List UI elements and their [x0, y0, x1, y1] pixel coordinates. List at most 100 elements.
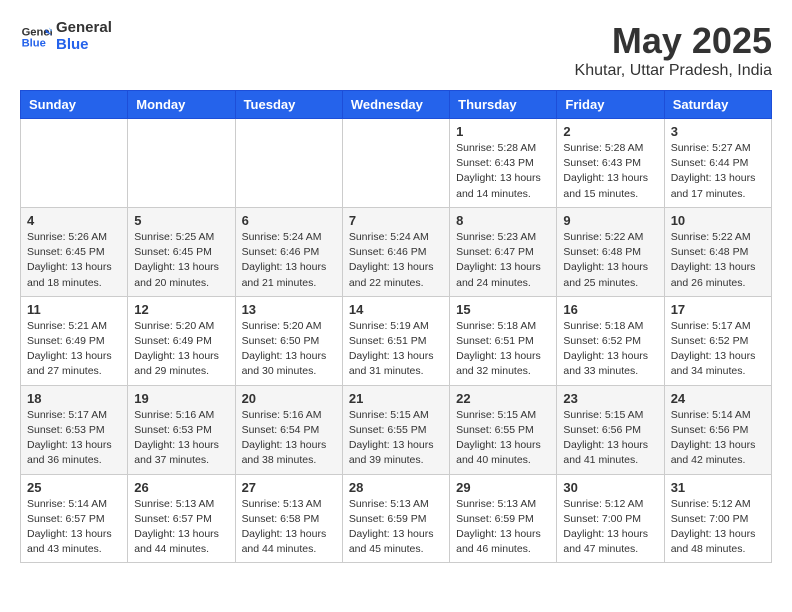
calendar-cell: 20 Sunrise: 5:16 AM Sunset: 6:54 PM Dayli…	[235, 385, 342, 474]
calendar-cell: 16 Sunrise: 5:18 AM Sunset: 6:52 PM Dayli…	[557, 296, 664, 385]
calendar-cell: 29 Sunrise: 5:13 AM Sunset: 6:59 PM Dayli…	[450, 474, 557, 563]
calendar-day-header: Thursday	[450, 91, 557, 119]
calendar-cell: 14 Sunrise: 5:19 AM Sunset: 6:51 PM Dayli…	[342, 296, 449, 385]
day-number: 26	[134, 480, 228, 495]
day-info: Sunrise: 5:13 AM Sunset: 6:59 PM Dayligh…	[349, 497, 443, 558]
day-number: 3	[671, 124, 765, 139]
calendar-cell: 30 Sunrise: 5:12 AM Sunset: 7:00 PM Dayli…	[557, 474, 664, 563]
calendar-cell: 21Sunrise: 5:15 AM Sunset: 6:55 PM Dayli…	[342, 385, 449, 474]
day-info: Sunrise: 5:13 AM Sunset: 6:59 PM Dayligh…	[456, 497, 550, 558]
calendar-cell: 12Sunrise: 5:20 AM Sunset: 6:49 PM Dayli…	[128, 296, 235, 385]
calendar-week-row: 18Sunrise: 5:17 AM Sunset: 6:53 PM Dayli…	[21, 385, 772, 474]
calendar-cell: 1 Sunrise: 5:28 AM Sunset: 6:43 PM Daylig…	[450, 119, 557, 208]
month-title: May 2025	[575, 20, 772, 62]
day-info: Sunrise: 5:25 AM Sunset: 6:45 PM Dayligh…	[134, 230, 228, 291]
day-info: Sunrise: 5:15 AM Sunset: 6:56 PM Dayligh…	[563, 408, 657, 469]
calendar-day-header: Wednesday	[342, 91, 449, 119]
day-info: Sunrise: 5:20 AM Sunset: 6:50 PM Dayligh…	[242, 319, 336, 380]
calendar-cell: 7Sunrise: 5:24 AM Sunset: 6:46 PM Daylig…	[342, 207, 449, 296]
day-info: Sunrise: 5:27 AM Sunset: 6:44 PM Dayligh…	[671, 141, 765, 202]
day-number: 20	[242, 391, 336, 406]
calendar-cell	[342, 119, 449, 208]
calendar-week-row: 1 Sunrise: 5:28 AM Sunset: 6:43 PM Daylig…	[21, 119, 772, 208]
calendar-day-header: Monday	[128, 91, 235, 119]
day-info: Sunrise: 5:14 AM Sunset: 6:56 PM Dayligh…	[671, 408, 765, 469]
calendar-header-row: SundayMondayTuesdayWednesdayThursdayFrid…	[21, 91, 772, 119]
calendar-cell: 8 Sunrise: 5:23 AM Sunset: 6:47 PM Daylig…	[450, 207, 557, 296]
calendar-cell: 31Sunrise: 5:12 AM Sunset: 7:00 PM Dayli…	[664, 474, 771, 563]
calendar-cell: 27Sunrise: 5:13 AM Sunset: 6:58 PM Dayli…	[235, 474, 342, 563]
day-number: 13	[242, 302, 336, 317]
day-number: 23	[563, 391, 657, 406]
calendar-cell: 25Sunrise: 5:14 AM Sunset: 6:57 PM Dayli…	[21, 474, 128, 563]
day-info: Sunrise: 5:23 AM Sunset: 6:47 PM Dayligh…	[456, 230, 550, 291]
day-number: 31	[671, 480, 765, 495]
day-number: 5	[134, 213, 228, 228]
day-number: 10	[671, 213, 765, 228]
day-number: 28	[349, 480, 443, 495]
calendar-cell: 10Sunrise: 5:22 AM Sunset: 6:48 PM Dayli…	[664, 207, 771, 296]
day-number: 19	[134, 391, 228, 406]
day-info: Sunrise: 5:19 AM Sunset: 6:51 PM Dayligh…	[349, 319, 443, 380]
title-block: May 2025 Khutar, Uttar Pradesh, India	[575, 20, 772, 80]
day-info: Sunrise: 5:17 AM Sunset: 6:52 PM Dayligh…	[671, 319, 765, 380]
day-info: Sunrise: 5:16 AM Sunset: 6:53 PM Dayligh…	[134, 408, 228, 469]
page-header: General Blue General Blue May 2025 Khuta…	[20, 20, 772, 80]
calendar-cell: 9Sunrise: 5:22 AM Sunset: 6:48 PM Daylig…	[557, 207, 664, 296]
day-info: Sunrise: 5:26 AM Sunset: 6:45 PM Dayligh…	[27, 230, 121, 291]
calendar-cell	[128, 119, 235, 208]
day-number: 29	[456, 480, 550, 495]
calendar-day-header: Friday	[557, 91, 664, 119]
calendar-cell: 18Sunrise: 5:17 AM Sunset: 6:53 PM Dayli…	[21, 385, 128, 474]
day-number: 11	[27, 302, 121, 317]
svg-text:Blue: Blue	[22, 37, 46, 49]
day-info: Sunrise: 5:12 AM Sunset: 7:00 PM Dayligh…	[563, 497, 657, 558]
location-title: Khutar, Uttar Pradesh, India	[575, 62, 772, 80]
calendar-cell: 4 Sunrise: 5:26 AM Sunset: 6:45 PM Daylig…	[21, 207, 128, 296]
day-number: 24	[671, 391, 765, 406]
day-info: Sunrise: 5:14 AM Sunset: 6:57 PM Dayligh…	[27, 497, 121, 558]
calendar-day-header: Tuesday	[235, 91, 342, 119]
calendar-cell: 13 Sunrise: 5:20 AM Sunset: 6:50 PM Dayli…	[235, 296, 342, 385]
day-number: 4	[27, 213, 121, 228]
calendar-cell	[235, 119, 342, 208]
logo-general: General	[56, 20, 112, 37]
calendar-week-row: 4 Sunrise: 5:26 AM Sunset: 6:45 PM Daylig…	[21, 207, 772, 296]
day-info: Sunrise: 5:17 AM Sunset: 6:53 PM Dayligh…	[27, 408, 121, 469]
day-number: 16	[563, 302, 657, 317]
calendar-cell: 3 Sunrise: 5:27 AM Sunset: 6:44 PM Daylig…	[664, 119, 771, 208]
day-number: 8	[456, 213, 550, 228]
day-number: 30	[563, 480, 657, 495]
calendar-week-row: 25Sunrise: 5:14 AM Sunset: 6:57 PM Dayli…	[21, 474, 772, 563]
day-info: Sunrise: 5:28 AM Sunset: 6:43 PM Dayligh…	[456, 141, 550, 202]
day-info: Sunrise: 5:24 AM Sunset: 6:46 PM Dayligh…	[242, 230, 336, 291]
logo-icon: General Blue	[20, 21, 52, 53]
calendar-cell: 11 Sunrise: 5:21 AM Sunset: 6:49 PM Dayli…	[21, 296, 128, 385]
day-info: Sunrise: 5:18 AM Sunset: 6:52 PM Dayligh…	[563, 319, 657, 380]
calendar-day-header: Saturday	[664, 91, 771, 119]
calendar-week-row: 11 Sunrise: 5:21 AM Sunset: 6:49 PM Dayli…	[21, 296, 772, 385]
day-number: 9	[563, 213, 657, 228]
calendar-cell: 24 Sunrise: 5:14 AM Sunset: 6:56 PM Dayli…	[664, 385, 771, 474]
calendar-cell: 2Sunrise: 5:28 AM Sunset: 6:43 PM Daylig…	[557, 119, 664, 208]
day-number: 22	[456, 391, 550, 406]
calendar-cell	[21, 119, 128, 208]
day-number: 17	[671, 302, 765, 317]
day-info: Sunrise: 5:28 AM Sunset: 6:43 PM Dayligh…	[563, 141, 657, 202]
logo: General Blue General Blue	[20, 20, 112, 53]
calendar-cell: 19 Sunrise: 5:16 AM Sunset: 6:53 PM Dayli…	[128, 385, 235, 474]
day-number: 15	[456, 302, 550, 317]
calendar-cell: 17 Sunrise: 5:17 AM Sunset: 6:52 PM Dayli…	[664, 296, 771, 385]
calendar-day-header: Sunday	[21, 91, 128, 119]
calendar-cell: 22Sunrise: 5:15 AM Sunset: 6:55 PM Dayli…	[450, 385, 557, 474]
calendar-cell: 6 Sunrise: 5:24 AM Sunset: 6:46 PM Daylig…	[235, 207, 342, 296]
day-info: Sunrise: 5:21 AM Sunset: 6:49 PM Dayligh…	[27, 319, 121, 380]
day-number: 6	[242, 213, 336, 228]
calendar-cell: 28 Sunrise: 5:13 AM Sunset: 6:59 PM Dayli…	[342, 474, 449, 563]
day-number: 1	[456, 124, 550, 139]
day-number: 14	[349, 302, 443, 317]
calendar-cell: 23 Sunrise: 5:15 AM Sunset: 6:56 PM Dayli…	[557, 385, 664, 474]
day-number: 7	[349, 213, 443, 228]
day-info: Sunrise: 5:16 AM Sunset: 6:54 PM Dayligh…	[242, 408, 336, 469]
day-number: 12	[134, 302, 228, 317]
